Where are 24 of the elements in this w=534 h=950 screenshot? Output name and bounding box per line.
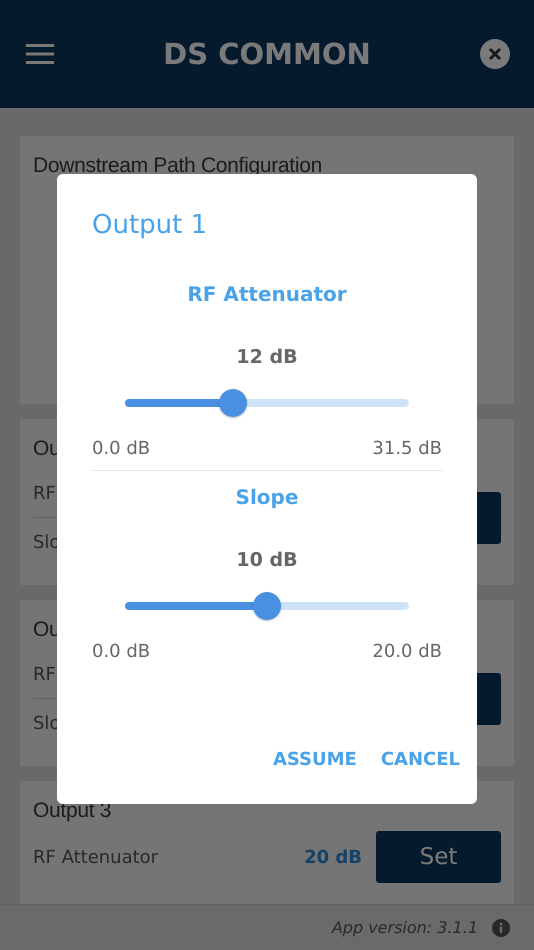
- range-min: 0.0 dB: [92, 641, 150, 662]
- row-label: RF Attenuator: [33, 846, 158, 868]
- section-heading: Slope: [236, 485, 298, 509]
- info-icon[interactable]: [492, 918, 510, 936]
- slider-reading: 10 dB: [236, 549, 298, 571]
- row-value: 20 dB: [304, 846, 362, 868]
- slider-reading: 12 dB: [236, 346, 298, 368]
- slider-thumb[interactable]: [253, 592, 281, 620]
- close-icon[interactable]: [480, 39, 510, 69]
- dialog-button[interactable]: CANCEL: [374, 745, 466, 774]
- menu-icon[interactable]: [26, 44, 54, 64]
- set-button[interactable]: Set: [376, 831, 501, 883]
- app-title: DS COMMON: [163, 37, 371, 71]
- row-label: RF: [33, 664, 56, 684]
- range-max: 31.5 dB: [372, 438, 442, 459]
- dialog-button[interactable]: ASSUME: [266, 745, 363, 774]
- row-label: RF: [33, 482, 56, 504]
- card-title: Downstream Path Configuration: [33, 154, 322, 178]
- range-max: 20.0 dB: [372, 641, 442, 662]
- slider-thumb[interactable]: [219, 389, 248, 417]
- dialog-title: Output 1: [92, 210, 208, 240]
- section-heading: RF Attenuator: [187, 282, 347, 306]
- app-version: App version: 3.1.1: [332, 918, 478, 937]
- range-min: 0.0 dB: [92, 438, 150, 459]
